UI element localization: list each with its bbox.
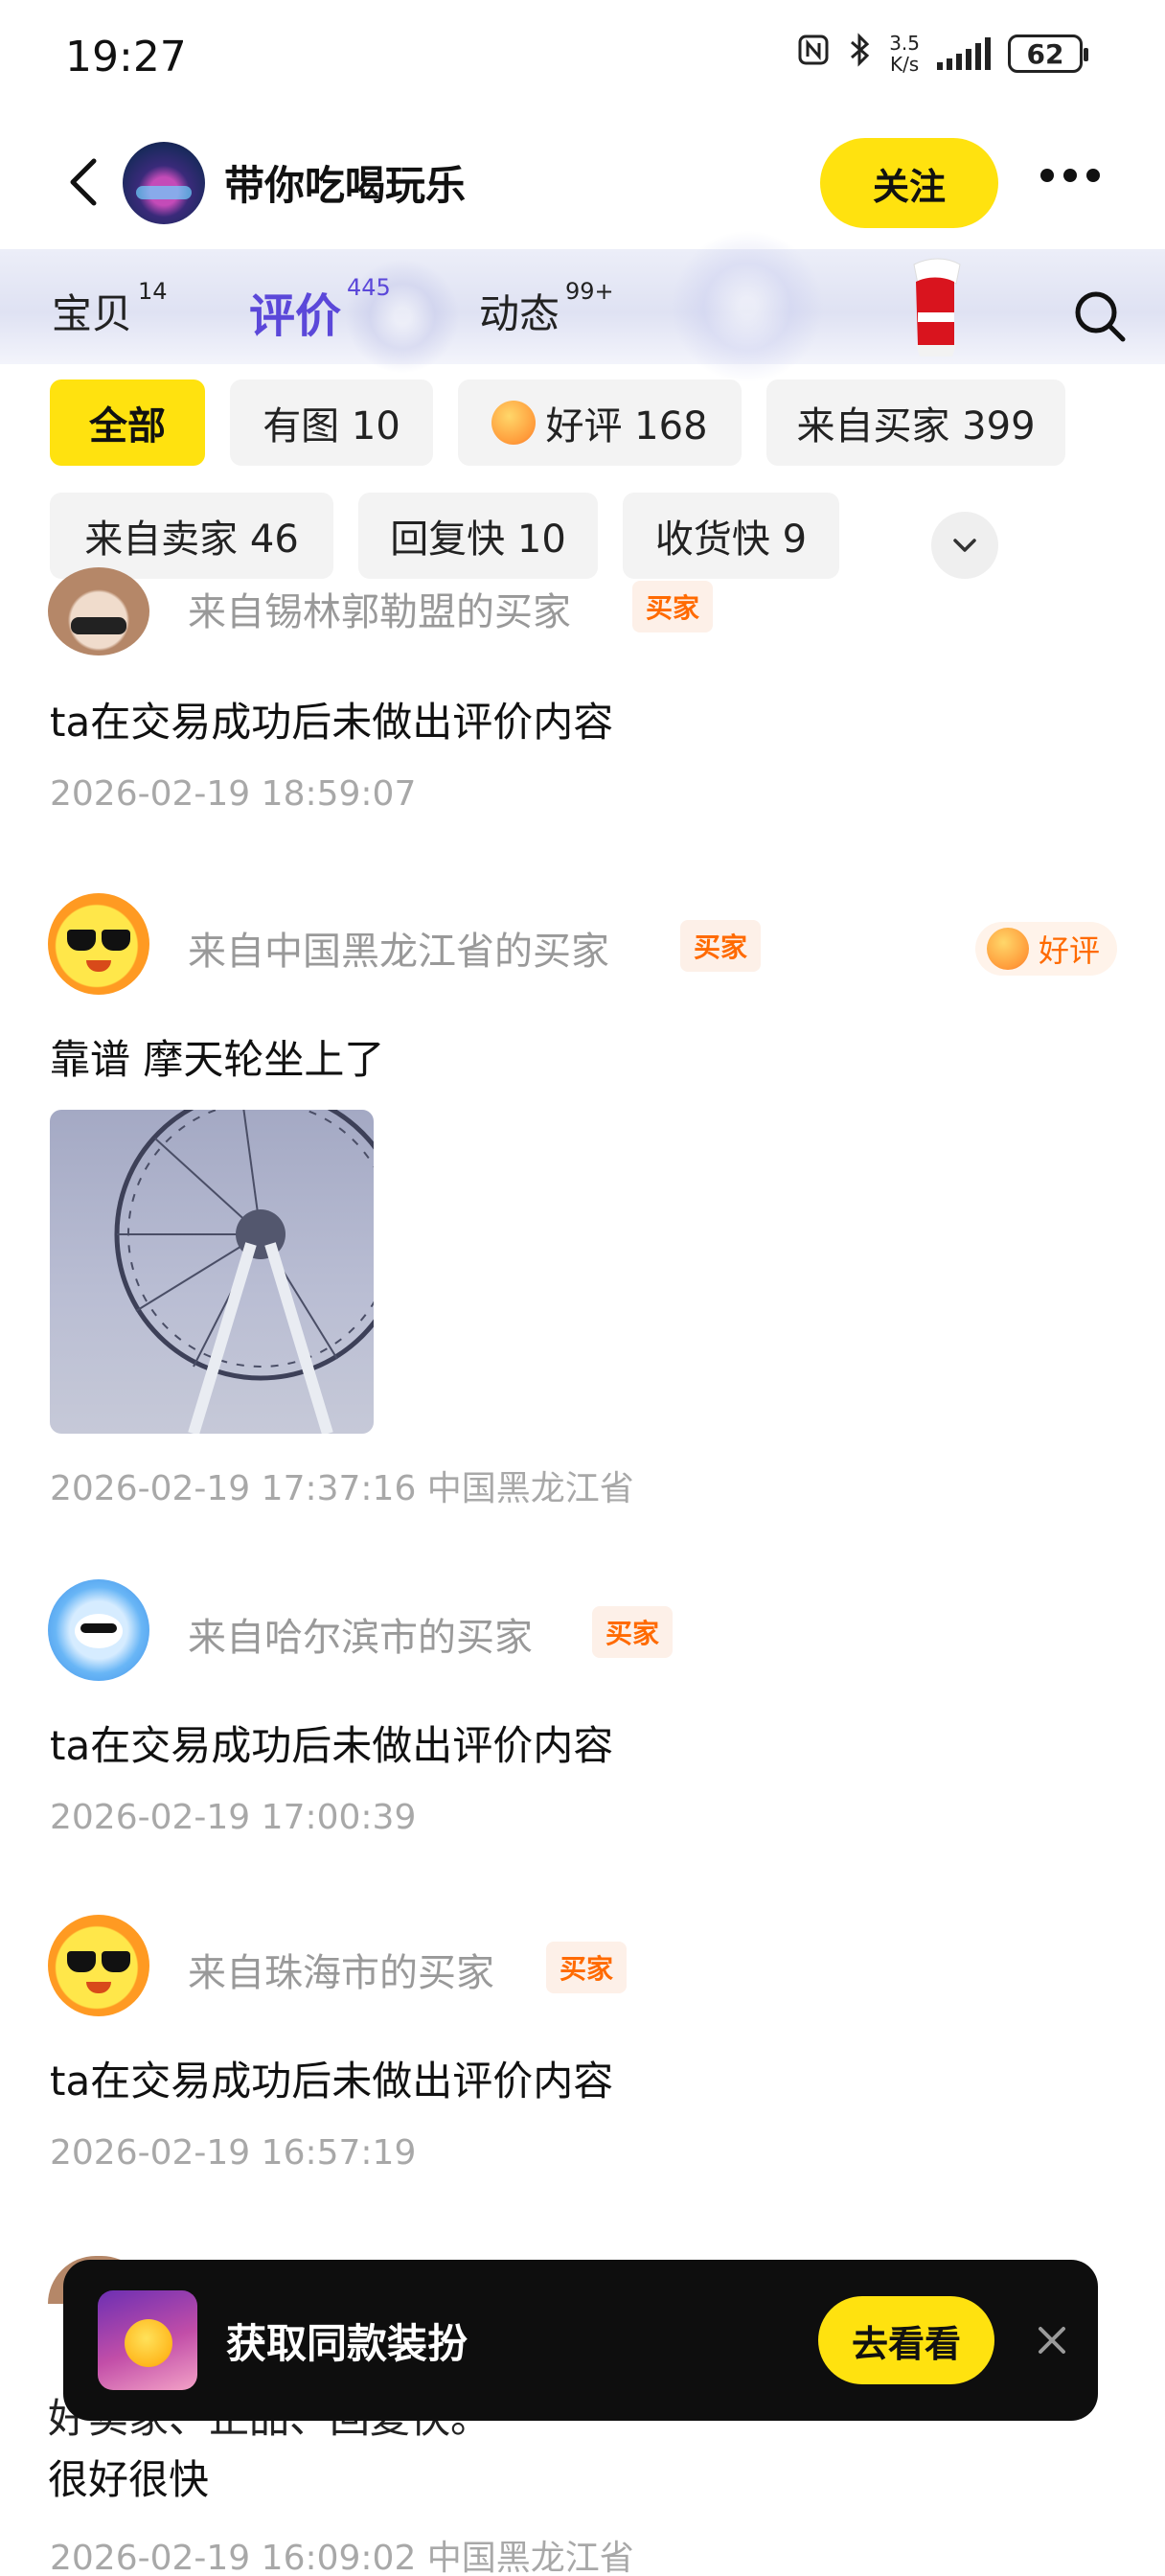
review-content: ta在交易成功后未做出评价内容 xyxy=(50,1722,614,1769)
signal-icon xyxy=(937,37,991,70)
buyer-tag: 买家 xyxy=(592,1606,674,1658)
buyer-tag: 买家 xyxy=(546,1942,628,1993)
good-review-badge: 好评 xyxy=(974,922,1117,976)
status-time: 19:27 xyxy=(65,33,187,81)
avatar[interactable] xyxy=(48,893,149,995)
shop-avatar[interactable] xyxy=(123,142,205,224)
back-icon[interactable] xyxy=(57,153,115,211)
filter-with-picture[interactable]: 有图 10 xyxy=(230,380,433,466)
toast-title: 获取同款装扮 xyxy=(226,2320,468,2367)
tab-products[interactable]: 宝贝 14 xyxy=(52,278,168,340)
buyer-tag: 买家 xyxy=(680,920,762,972)
tab-activity[interactable]: 动态 99+ xyxy=(479,278,614,340)
status-icons: 3.5 K/s 62 xyxy=(797,32,1088,76)
view-button[interactable]: 去看看 xyxy=(818,2296,994,2384)
status-bar: 19:27 3.5 K/s 62 xyxy=(0,0,1165,115)
bluetooth-icon xyxy=(847,33,872,75)
filter-good-label: 好评 168 xyxy=(545,404,708,448)
follow-button[interactable]: 关注 xyxy=(820,138,998,228)
reviewer-name: 来自锡林郭勒盟的买家 xyxy=(188,590,571,634)
close-icon[interactable] xyxy=(1025,2313,1079,2367)
ferris-wheel-image xyxy=(114,1110,374,1434)
avatar[interactable] xyxy=(48,1915,149,2016)
review-content: 靠谱 摩天轮坐上了 xyxy=(50,1036,385,1083)
avatar[interactable] xyxy=(48,567,149,656)
filter-good-review[interactable]: 好评 168 xyxy=(458,380,742,466)
reviewer-name: 来自中国黑龙江省的买家 xyxy=(188,930,609,974)
dress-up-toast: 获取同款装扮 去看看 xyxy=(63,2260,1098,2421)
battery-indicator: 62 xyxy=(1008,34,1088,73)
smile-emoji-icon xyxy=(491,401,537,445)
reviewer-name: 来自哈尔滨市的买家 xyxy=(188,1616,533,1660)
chevron-down-icon xyxy=(953,539,976,552)
toast-thumbnail xyxy=(98,2290,197,2390)
review-content: 很好很快 xyxy=(48,2456,210,2503)
filter-from-buyer[interactable]: 来自买家 399 xyxy=(766,380,1065,466)
review-item[interactable]: 来自珠海市的买家 买家 ta在交易成功后未做出评价内容 2026-02-19 1… xyxy=(48,1915,1121,2202)
review-meta: 2026-02-19 17:00:39 xyxy=(50,1798,417,1837)
review-meta: 2026-02-19 16:09:02 中国黑龙江省 xyxy=(50,2539,634,2576)
more-icon[interactable] xyxy=(1040,169,1100,182)
nfc-icon xyxy=(797,34,830,74)
review-meta: 2026-02-19 17:37:16 中国黑龙江省 xyxy=(50,1469,634,1508)
shop-name[interactable]: 带你吃喝玩乐 xyxy=(224,153,466,212)
reviewer-name: 来自珠海市的买家 xyxy=(188,1951,494,1995)
review-photo[interactable] xyxy=(50,1110,374,1434)
review-item[interactable]: 来自锡林郭勒盟的买家 买家 ta在交易成功后未做出评价内容 2026-02-19… xyxy=(48,556,1121,843)
filter-all[interactable]: 全部 xyxy=(50,380,205,466)
network-speed: 3.5 K/s xyxy=(889,32,920,76)
review-item[interactable]: 来自中国黑龙江省的买家 买家 好评 靠谱 摩天轮坐上了 2026-02-19 1… xyxy=(48,893,1121,1508)
buyer-tag: 买家 xyxy=(632,581,714,632)
tab-reviews[interactable]: 评价445 xyxy=(249,274,391,345)
firework-decoration xyxy=(671,230,824,383)
smile-emoji-icon xyxy=(986,928,1029,970)
review-meta: 2026-02-19 18:59:07 xyxy=(50,774,417,814)
review-meta: 2026-02-19 16:57:19 xyxy=(50,2133,417,2173)
review-content: ta在交易成功后未做出评价内容 xyxy=(50,699,614,746)
avatar[interactable] xyxy=(48,1579,149,1681)
review-content: ta在交易成功后未做出评价内容 xyxy=(50,2058,614,2104)
review-item[interactable]: 来自哈尔滨市的买家 买家 ta在交易成功后未做出评价内容 2026-02-19 … xyxy=(48,1579,1121,1867)
tab-bar: 宝贝 14 评价445 动态 99+ xyxy=(0,230,1165,383)
search-icon[interactable] xyxy=(1071,288,1129,345)
shop-header: 带你吃喝玩乐 关注 xyxy=(0,125,1165,240)
scarf-decoration-icon xyxy=(901,255,971,358)
